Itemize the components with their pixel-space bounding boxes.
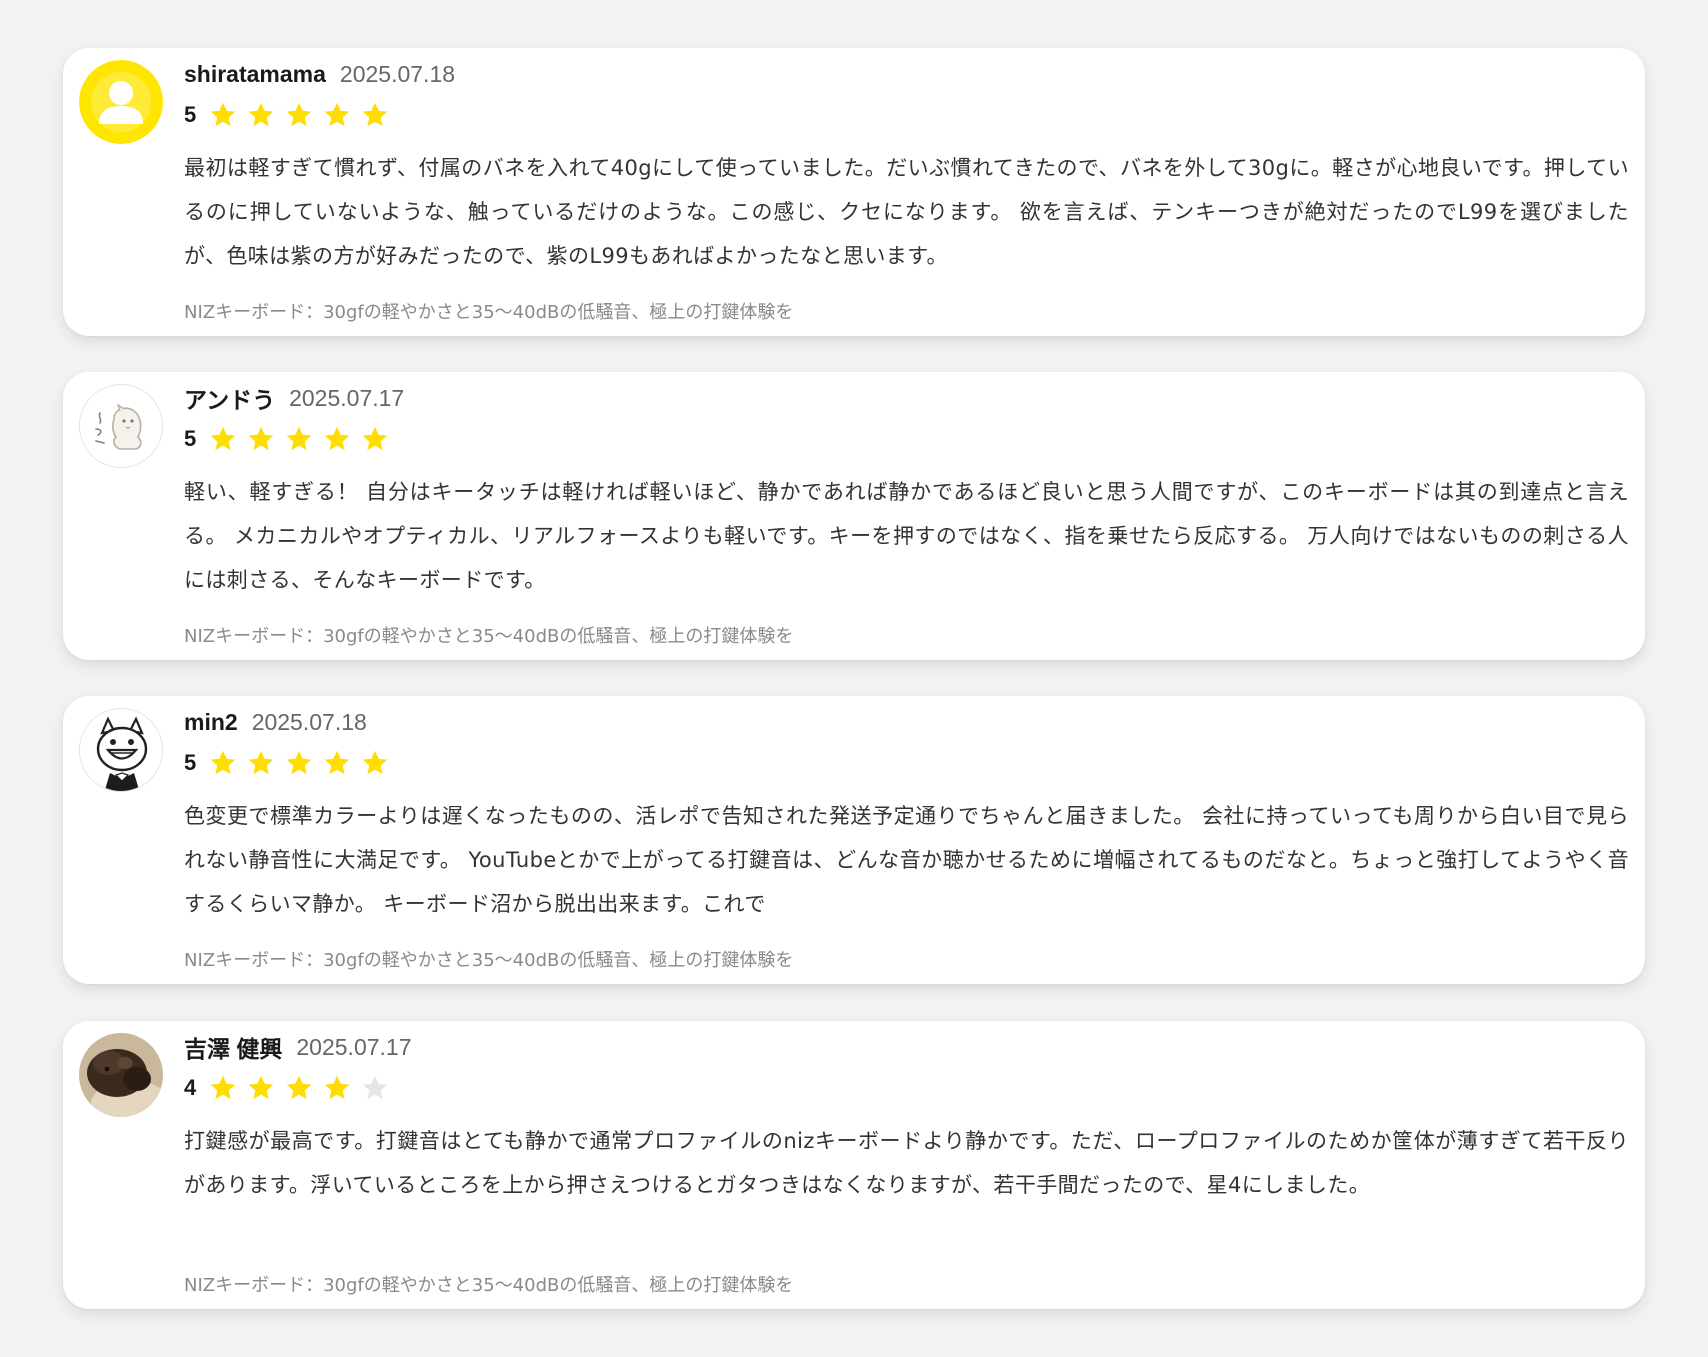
star-filled-icon — [360, 424, 390, 454]
review-text: 色変更で標準カラーよりは遅くなったものの、活レポで告知された発送予定通りでちゃん… — [184, 804, 1629, 916]
star-filled-icon — [322, 100, 352, 130]
pet-photo-avatar-icon[interactable] — [79, 1033, 163, 1117]
review-header: 吉澤 健興 2025.07.17 — [184, 1031, 412, 1063]
review-card: アンドう 2025.07.17 5 軽い、軽すぎる！ 自分はキータッチは軽ければ… — [63, 372, 1645, 660]
star-filled-icon — [246, 748, 276, 778]
product-link[interactable]: NIZキーボード：30gfの軽やかさと35～40dBの低騒音、極上の打鍵体験を — [184, 946, 793, 972]
star-filled-icon — [246, 1073, 276, 1103]
rating-row: 4 — [184, 1071, 398, 1105]
rating-row: 5 — [184, 746, 398, 780]
review-content: 吉澤 健興 2025.07.17 4 打鍵感が最高です。打鍵音はとても静かで通常… — [184, 1021, 1629, 1309]
review-text: 最初は軽すぎて慣れず、付属のバネを入れて40gにして使っていました。だいぶ慣れて… — [184, 156, 1629, 268]
reviewer-name: shiratamama — [184, 60, 326, 87]
star-filled-icon — [360, 748, 390, 778]
star-filled-icon — [246, 100, 276, 130]
rating-value: 5 — [184, 426, 197, 451]
star-filled-icon — [208, 100, 238, 130]
review-content: min2 2025.07.18 5 色変更で標準カラーよりは遅くなったものの、活… — [184, 696, 1629, 984]
star-filled-icon — [284, 1073, 314, 1103]
review-date: 2025.07.18 — [251, 708, 367, 735]
review-text: 軽い、軽すぎる！ 自分はキータッチは軽ければ軽いほど、静かであれば静かであるほど… — [184, 480, 1629, 592]
reviews-page: shiratamama 2025.07.18 5 最初は軽すぎて慣れず、付属のバ… — [0, 0, 1708, 1357]
star-filled-icon — [208, 424, 238, 454]
review-card: 吉澤 健興 2025.07.17 4 打鍵感が最高です。打鍵音はとても静かで通常… — [63, 1021, 1645, 1309]
review-content: アンドう 2025.07.17 5 軽い、軽すぎる！ 自分はキータッチは軽ければ… — [184, 372, 1629, 660]
product-link[interactable]: NIZキーボード：30gfの軽やかさと35～40dBの低騒音、極上の打鍵体験を — [184, 1271, 793, 1297]
review-header: アンドう 2025.07.17 — [184, 382, 404, 414]
star-filled-icon — [284, 100, 314, 130]
reviewer-name: アンドう — [184, 387, 276, 413]
reviewer-name: min2 — [184, 708, 238, 735]
star-filled-icon — [208, 1073, 238, 1103]
product-link[interactable]: NIZキーボード：30gfの軽やかさと35～40dBの低騒音、極上の打鍵体験を — [184, 622, 793, 648]
rating-row: 5 — [184, 422, 398, 456]
reviewer-name: 吉澤 健興 — [184, 1036, 283, 1062]
review-date: 2025.07.17 — [296, 1033, 412, 1060]
rating-value: 5 — [184, 750, 197, 775]
review-header: min2 2025.07.18 — [184, 706, 367, 738]
review-card: shiratamama 2025.07.18 5 最初は軽すぎて慣れず、付属のバ… — [63, 48, 1645, 336]
star-filled-icon — [360, 100, 390, 130]
star-filled-icon — [246, 424, 276, 454]
star-filled-icon — [322, 424, 352, 454]
review-card: min2 2025.07.18 5 色変更で標準カラーよりは遅くなったものの、活… — [63, 696, 1645, 984]
default-user-avatar-icon[interactable] — [79, 60, 163, 144]
star-filled-icon — [208, 748, 238, 778]
review-date: 2025.07.17 — [289, 384, 405, 411]
rating-row: 5 — [184, 98, 398, 132]
sketch-animal-avatar-icon[interactable] — [79, 384, 163, 468]
star-filled-icon — [284, 748, 314, 778]
product-link[interactable]: NIZキーボード：30gfの軽やかさと35～40dBの低騒音、極上の打鍵体験を — [184, 298, 793, 324]
smiling-character-avatar-icon[interactable] — [79, 708, 163, 792]
review-content: shiratamama 2025.07.18 5 最初は軽すぎて慣れず、付属のバ… — [184, 48, 1629, 336]
rating-value: 4 — [184, 1075, 197, 1100]
star-empty-icon — [360, 1073, 390, 1103]
review-text: 打鍵感が最高です。打鍵音はとても静かで通常プロファイルのnizキーボードより静か… — [184, 1129, 1629, 1197]
review-date: 2025.07.18 — [339, 60, 456, 87]
star-filled-icon — [322, 748, 352, 778]
rating-value: 5 — [184, 102, 197, 127]
star-filled-icon — [284, 424, 314, 454]
star-filled-icon — [322, 1073, 352, 1103]
review-header: shiratamama 2025.07.18 — [184, 58, 455, 90]
